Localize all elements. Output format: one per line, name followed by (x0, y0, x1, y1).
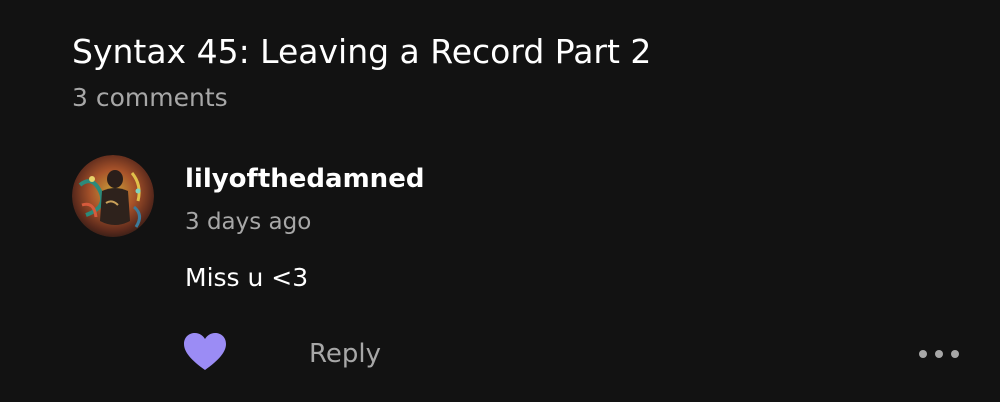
more-options-icon (919, 350, 959, 358)
episode-title: Syntax 45: Leaving a Record Part 2 (72, 32, 652, 71)
avatar-image (72, 155, 154, 237)
like-button[interactable] (183, 332, 227, 372)
comment-timestamp: 3 days ago (185, 209, 312, 235)
reply-button[interactable]: Reply (309, 334, 381, 374)
comment-author[interactable]: lilyofthedamned (185, 161, 424, 197)
comment-text: Miss u <3 (185, 263, 309, 292)
comment-count: 3 comments (72, 83, 228, 112)
heart-icon (184, 333, 226, 370)
user-avatar[interactable] (72, 155, 154, 237)
more-options-button[interactable] (914, 342, 964, 366)
comments-header: Syntax 45: Leaving a Record Part 2 3 com… (72, 26, 651, 118)
comment-actions: Reply (0, 332, 1000, 376)
comments-page: Syntax 45: Leaving a Record Part 2 3 com… (0, 0, 1000, 402)
